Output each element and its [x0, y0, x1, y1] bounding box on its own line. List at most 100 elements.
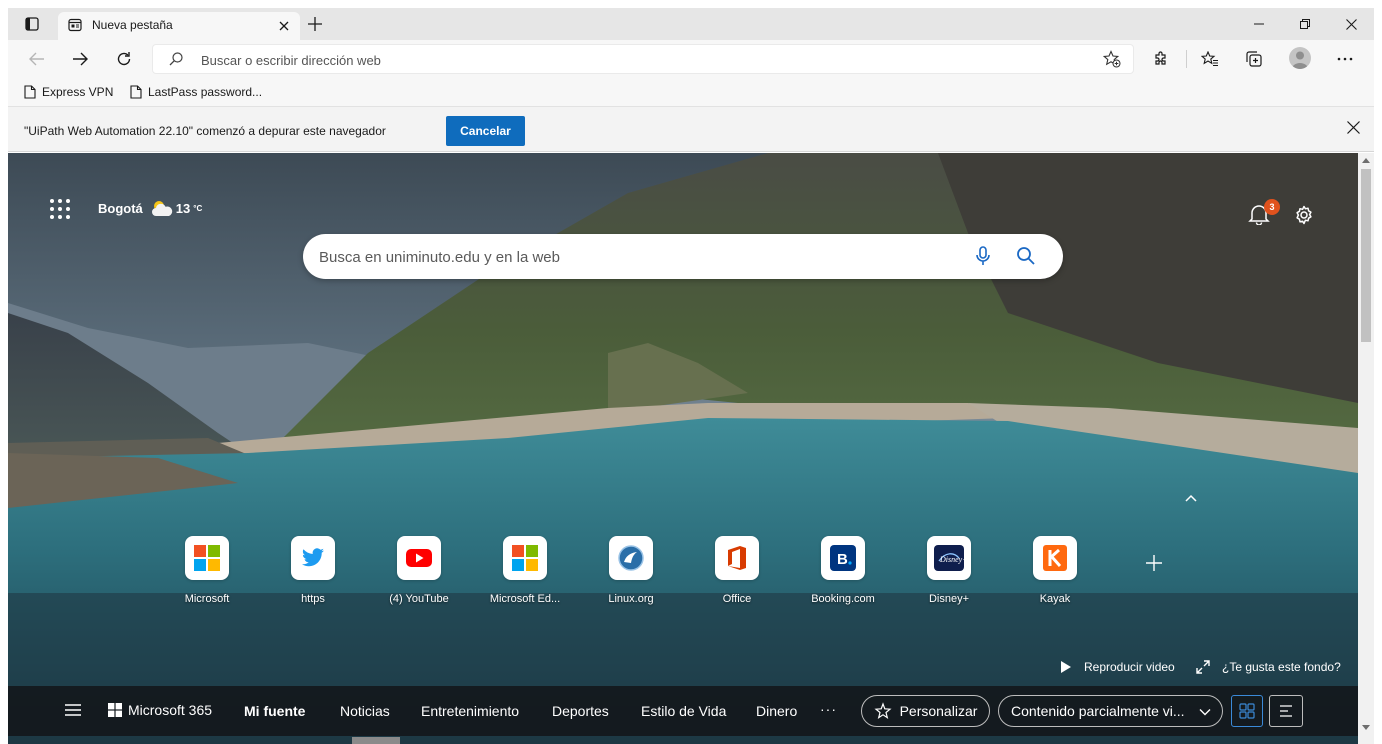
page-icon	[24, 85, 36, 99]
collapse-chevron-icon[interactable]	[1184, 490, 1204, 506]
quick-link-disney-plus[interactable]: Disney+ Disney+	[899, 536, 999, 605]
infobar-close-button[interactable]	[1347, 121, 1360, 139]
close-icon	[1347, 121, 1360, 134]
like-background-button[interactable]: ¿Te gusta este fondo?	[1196, 660, 1341, 674]
web-search-box[interactable]	[303, 234, 1063, 279]
notifications-button[interactable]: 3	[1248, 199, 1280, 227]
tab-actions-icon	[25, 17, 39, 31]
hamburger-menu-icon[interactable]	[64, 703, 82, 722]
gear-icon	[1296, 205, 1312, 225]
quick-link-office[interactable]: Office	[687, 536, 787, 605]
tab-strip: Nueva pestaña	[8, 8, 1374, 40]
quick-link-label: Office	[722, 593, 752, 605]
collections-button[interactable]	[1239, 45, 1269, 73]
personalize-button[interactable]: Personalizar	[861, 695, 990, 727]
quick-link-youtube[interactable]: (4) YouTube	[369, 536, 469, 605]
twitter-bird-icon	[291, 536, 335, 580]
favorites-button[interactable]	[1195, 45, 1225, 73]
refresh-button[interactable]	[109, 45, 139, 73]
address-input[interactable]	[201, 49, 1081, 71]
collections-icon	[1246, 51, 1262, 67]
linux-org-icon	[609, 536, 653, 580]
active-tab[interactable]: Nueva pestaña	[58, 12, 300, 40]
play-video-label: Reproducir video	[1084, 660, 1175, 674]
temperature-value: 13	[175, 200, 191, 216]
cancel-button[interactable]: Cancelar	[446, 116, 525, 146]
favorite-express-vpn[interactable]: Express VPN	[24, 83, 113, 101]
quick-link-label: https	[301, 593, 325, 605]
refresh-icon	[117, 52, 131, 66]
weather-temperature: 13 °C	[151, 199, 202, 217]
quick-link-microsoft[interactable]: Microsoft	[157, 536, 257, 605]
new-tab-button[interactable]	[303, 12, 327, 36]
infobar-message: "UiPath Web Automation 22.10" comenzó a …	[24, 124, 386, 138]
toolbar-divider	[1186, 50, 1187, 68]
nav-more-button[interactable]: ···	[820, 701, 837, 717]
plus-icon	[1146, 555, 1162, 571]
favorite-lastpass[interactable]: LastPass password...	[130, 83, 262, 101]
address-bar[interactable]	[152, 44, 1134, 74]
minimize-button[interactable]	[1236, 12, 1282, 36]
close-icon	[1345, 18, 1357, 30]
list-layout-button[interactable]	[1269, 695, 1303, 727]
scroll-up-arrow-icon[interactable]	[1362, 157, 1370, 163]
quick-link-label: (4) YouTube	[389, 593, 449, 605]
quick-link-https[interactable]: https	[263, 536, 363, 605]
nav-mi-fuente[interactable]: Mi fuente	[244, 703, 305, 719]
nav-dinero[interactable]: Dinero	[756, 703, 797, 719]
play-icon	[1061, 661, 1071, 673]
grid-layout-button[interactable]	[1231, 695, 1263, 727]
content-visibility-select[interactable]: Contenido parcialmente vi...	[998, 695, 1223, 727]
new-tab-page-icon	[68, 18, 82, 37]
tab-close-button[interactable]	[274, 16, 294, 36]
microsoft-logo-icon	[503, 536, 547, 580]
weather-widget[interactable]: Bogotá 13 °C	[98, 199, 202, 217]
scroll-down-arrow-icon[interactable]	[1362, 725, 1370, 731]
page-settings-button[interactable]	[1294, 205, 1314, 230]
settings-more-button[interactable]	[1330, 45, 1360, 73]
office-icon	[715, 536, 759, 580]
nav-noticias[interactable]: Noticias	[340, 703, 390, 719]
profile-avatar[interactable]	[1289, 47, 1311, 69]
microsoft-logo-icon	[185, 536, 229, 580]
scrollbar-thumb[interactable]	[1361, 169, 1371, 342]
restore-button[interactable]	[1282, 12, 1328, 36]
minimize-icon	[1254, 23, 1264, 25]
quick-link-linux-org[interactable]: Linux.org	[581, 536, 681, 605]
app-launcher-button[interactable]	[48, 197, 72, 221]
nav-estilo-de-vida[interactable]: Estilo de Vida	[641, 703, 726, 719]
quick-link-booking[interactable]: B Booking.com	[793, 536, 893, 605]
vertical-scrollbar[interactable]	[1358, 153, 1374, 744]
add-favorite-icon[interactable]	[1102, 50, 1121, 73]
add-shortcut-button[interactable]	[1146, 555, 1174, 583]
plus-icon	[308, 17, 322, 31]
debugging-infobar: "UiPath Web Automation 22.10" comenzó a …	[8, 106, 1374, 152]
user-icon	[1292, 51, 1308, 69]
web-search-input[interactable]	[319, 246, 959, 268]
nav-entretenimiento[interactable]: Entretenimiento	[421, 703, 519, 719]
extensions-button[interactable]	[1146, 45, 1176, 73]
forward-button[interactable]	[65, 45, 95, 73]
expand-icon	[1196, 660, 1210, 674]
quick-link-microsoft-edge[interactable]: Microsoft Ed...	[475, 536, 575, 605]
like-background-label: ¿Te gusta este fondo?	[1222, 660, 1341, 674]
quick-link-label: Disney+	[928, 593, 970, 605]
microsoft-365-link[interactable]: Microsoft 365	[108, 702, 212, 718]
quick-link-kayak[interactable]: Kayak	[1005, 536, 1105, 605]
notification-badge: 3	[1264, 199, 1280, 215]
nav-deportes[interactable]: Deportes	[552, 703, 609, 719]
grid-view-icon	[1239, 703, 1255, 719]
arrow-right-icon	[73, 52, 88, 66]
more-horizontal-icon	[1337, 57, 1353, 61]
arrow-left-icon	[29, 52, 44, 66]
horizontal-scrollbar-thumb[interactable]	[352, 737, 400, 744]
tab-actions-button[interactable]	[16, 12, 48, 36]
favorites-star-icon	[1201, 51, 1218, 67]
close-window-button[interactable]	[1328, 12, 1374, 36]
microphone-icon[interactable]	[975, 246, 991, 271]
search-icon[interactable]	[1016, 246, 1036, 271]
play-video-button[interactable]: Reproducir video	[1060, 660, 1175, 674]
back-button[interactable]	[22, 45, 52, 73]
apps-grid-icon	[50, 199, 70, 219]
quick-link-label: Kayak	[1039, 593, 1071, 605]
